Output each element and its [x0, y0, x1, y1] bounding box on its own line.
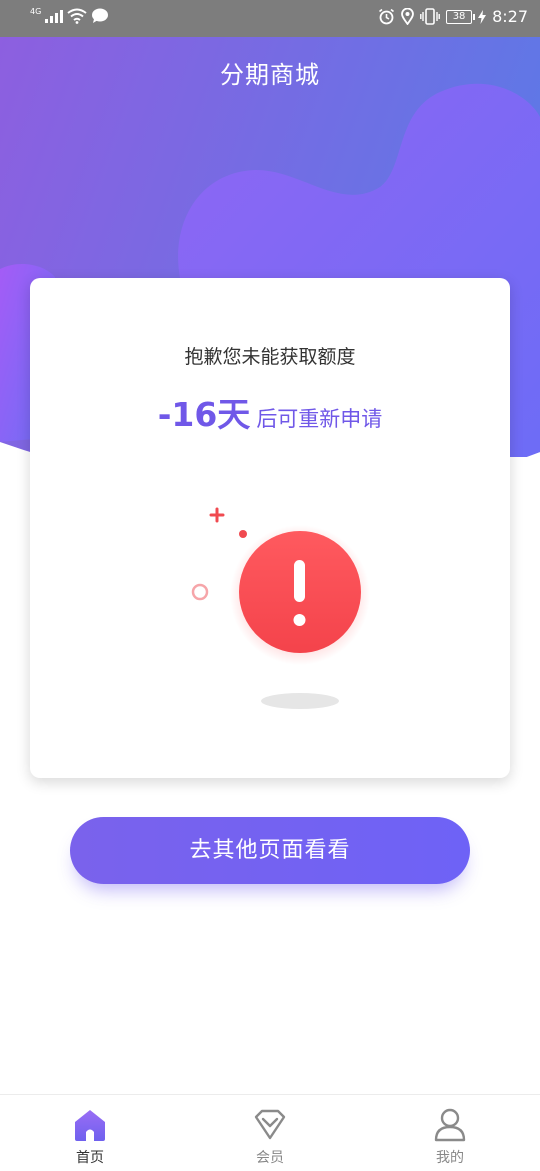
bottom-nav: 首页 会员 我的 — [0, 1094, 540, 1171]
charging-icon — [478, 9, 487, 24]
nav-item-profile[interactable]: 我的 — [400, 1107, 500, 1167]
alert-exclamation-icon — [191, 507, 370, 709]
alarm-icon — [379, 8, 395, 25]
nav-item-membership[interactable]: 会员 — [220, 1107, 320, 1167]
message-icon — [92, 8, 109, 23]
clock: 8:27 — [492, 7, 528, 26]
network-type: 4G — [30, 6, 42, 16]
browse-other-pages-button[interactable]: 去其他页面看看 — [70, 817, 470, 884]
nav-label-profile: 我的 — [436, 1150, 464, 1166]
vibrate-icon — [420, 8, 440, 25]
countdown-value: -16天 — [157, 395, 251, 434]
status-right-icons: 38 8:27 — [378, 7, 528, 26]
nav-label-membership: 会员 — [256, 1150, 284, 1166]
diamond-icon — [254, 1109, 286, 1140]
rejection-message: 抱歉您未能获取额度 — [184, 346, 356, 368]
home-icon — [75, 1110, 105, 1141]
wifi-icon — [67, 8, 87, 24]
battery-icon: 38 — [446, 9, 476, 24]
nav-label-home: 首页 — [76, 1150, 104, 1166]
countdown-suffix: 后可重新申请 — [256, 407, 383, 431]
result-card: 抱歉您未能获取额度 -16天 后可重新申请 — [30, 278, 510, 778]
user-icon — [434, 1108, 466, 1142]
status-bar: 4G 38 8:27 — [0, 0, 540, 37]
page-title: 分期商城 — [220, 61, 320, 89]
signal-icon — [45, 10, 64, 23]
nav-item-home[interactable]: 首页 — [40, 1107, 140, 1167]
location-icon — [401, 8, 414, 25]
countdown-row: -16天 后可重新申请 — [30, 388, 510, 436]
status-left-icons: 4G — [30, 6, 109, 24]
